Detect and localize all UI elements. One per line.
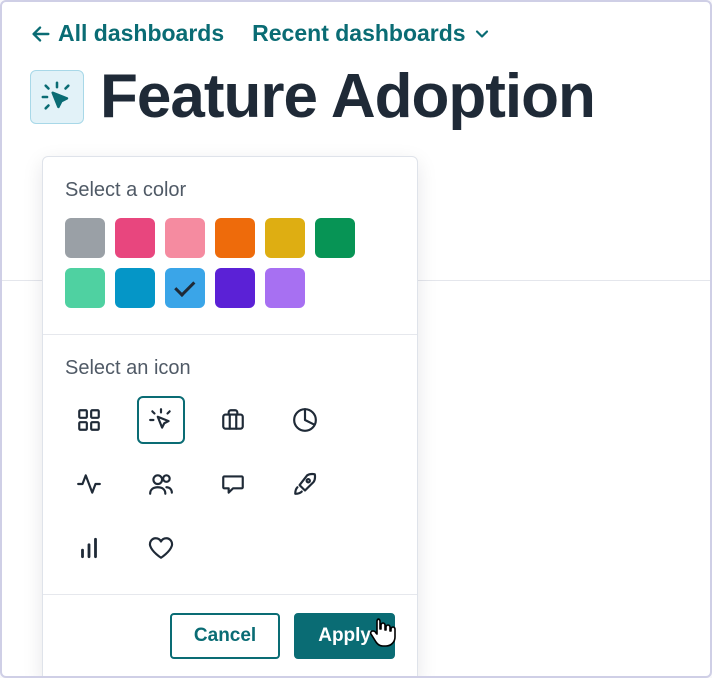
chevron-down-icon [472, 24, 492, 44]
icon-option-pie-chart-icon[interactable] [281, 396, 329, 444]
icon-option-users-icon[interactable] [137, 460, 185, 508]
color-swatch-amber[interactable] [265, 218, 305, 258]
back-label: All dashboards [58, 20, 224, 47]
color-swatch-gray[interactable] [65, 218, 105, 258]
icon-option-chat-icon[interactable] [209, 460, 257, 508]
color-swatch-cyan[interactable] [115, 268, 155, 308]
recent-dashboards-dropdown[interactable]: Recent dashboards [252, 20, 491, 47]
color-swatch-green-dark[interactable] [315, 218, 355, 258]
bar-chart-icon [76, 535, 102, 561]
color-swatch-violet[interactable] [215, 268, 255, 308]
rocket-icon [292, 471, 318, 497]
back-to-dashboards[interactable]: All dashboards [30, 20, 224, 47]
briefcase-icon [220, 407, 246, 433]
users-icon [148, 471, 174, 497]
color-swatch-green-light[interactable] [65, 268, 105, 308]
icon-section-title: Select an icon [65, 357, 395, 380]
icon-grid [65, 396, 395, 572]
icon-option-heart-icon[interactable] [137, 524, 185, 572]
icon-option-bar-chart-icon[interactable] [65, 524, 113, 572]
heart-icon [148, 535, 174, 561]
apply-button[interactable]: Apply [294, 613, 395, 659]
cancel-button[interactable]: Cancel [170, 613, 280, 659]
chat-icon [220, 471, 246, 497]
dashboard-icon [76, 407, 102, 433]
activity-icon [75, 471, 103, 497]
page-title: Feature Adoption [100, 61, 595, 132]
color-swatch-grid [65, 218, 395, 308]
color-swatch-blue[interactable] [165, 268, 205, 308]
color-icon-picker-popover: Select a color Select an icon Cancel App… [42, 156, 418, 678]
dashboard-icon-picker-trigger[interactable] [30, 70, 84, 124]
pie-chart-icon [292, 407, 318, 433]
color-swatch-orange[interactable] [215, 218, 255, 258]
color-swatch-pink-light[interactable] [165, 218, 205, 258]
arrow-left-icon [30, 23, 52, 45]
color-swatch-purple[interactable] [265, 268, 305, 308]
icon-option-dashboard-icon[interactable] [65, 396, 113, 444]
icon-option-cursor-click-icon[interactable] [137, 396, 185, 444]
icon-option-rocket-icon[interactable] [281, 460, 329, 508]
color-swatch-pink-dark[interactable] [115, 218, 155, 258]
icon-option-activity-icon[interactable] [65, 460, 113, 508]
color-section-title: Select a color [65, 179, 395, 202]
recent-label: Recent dashboards [252, 20, 465, 47]
cursor-click-icon [148, 407, 174, 433]
cursor-click-icon [40, 80, 74, 114]
icon-option-briefcase-icon[interactable] [209, 396, 257, 444]
